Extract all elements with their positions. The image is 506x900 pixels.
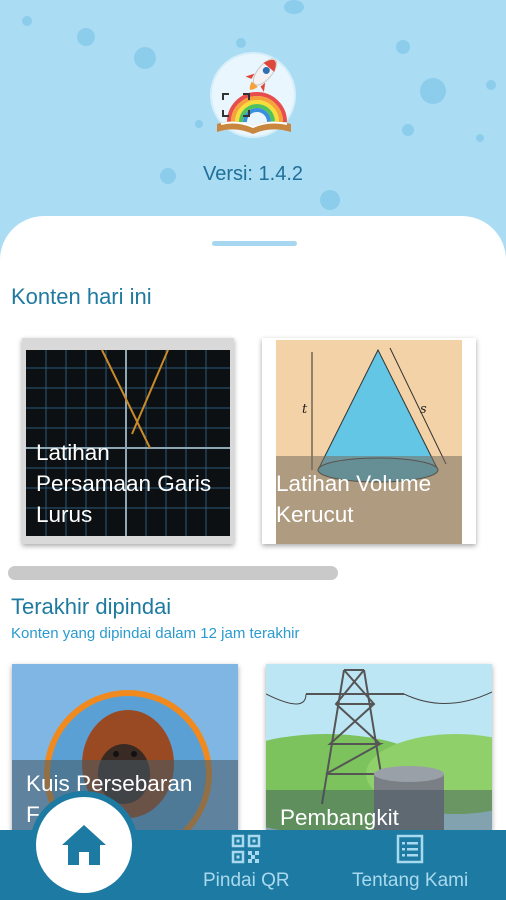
bubble-decoration <box>486 80 496 90</box>
qr-code-icon <box>232 834 261 864</box>
svg-text:s: s <box>420 402 427 417</box>
document-list-icon <box>396 834 424 864</box>
home-icon <box>62 825 106 865</box>
bubble-decoration <box>236 38 246 48</box>
bubble-decoration <box>320 190 340 210</box>
bubble-decoration <box>476 134 484 142</box>
nav-label: Tentang Kami <box>352 870 469 891</box>
bubble-decoration <box>195 120 203 128</box>
horizontal-scrollbar[interactable] <box>8 566 338 580</box>
card-label: Latihan Persamaan Garis Lurus <box>36 440 212 527</box>
section-title-today: Konten hari ini <box>11 284 152 309</box>
bubble-decoration <box>420 78 446 104</box>
app-logo <box>203 50 303 140</box>
section-subtitle-recent: Konten yang dipindai dalam 12 jam terakh… <box>11 625 300 642</box>
bubble-decoration <box>284 0 304 14</box>
bubble-decoration <box>134 47 156 69</box>
bubble-decoration <box>402 124 414 136</box>
bubble-decoration <box>22 16 32 26</box>
svg-text:t: t <box>302 402 308 417</box>
nav-item-pindai-qr[interactable]: Pindai QR <box>203 834 290 892</box>
content-card-volume-kerucut[interactable]: t s Latihan Volume Kerucut <box>262 338 476 544</box>
nav-label: Pindai QR <box>203 870 290 891</box>
home-button[interactable] <box>36 797 132 893</box>
card-label: Latihan Volume Kerucut <box>276 471 432 527</box>
sheet-drag-handle[interactable] <box>212 241 297 246</box>
content-card-persamaan-garis[interactable]: Latihan Persamaan Garis Lurus <box>22 338 234 544</box>
section-title-recent: Terakhir dipindai <box>11 594 172 619</box>
bubble-decoration <box>396 40 410 54</box>
version-text: Versi: 1.4.2 <box>202 163 304 185</box>
rocket-rainbow-book-logo-icon <box>210 52 296 138</box>
bubble-decoration <box>77 28 95 46</box>
nav-item-tentang-kami[interactable]: Tentang Kami <box>352 834 468 892</box>
card-label: Pembangkit <box>280 805 399 830</box>
content-card-pembangkit[interactable]: Pembangkit <box>266 664 492 830</box>
